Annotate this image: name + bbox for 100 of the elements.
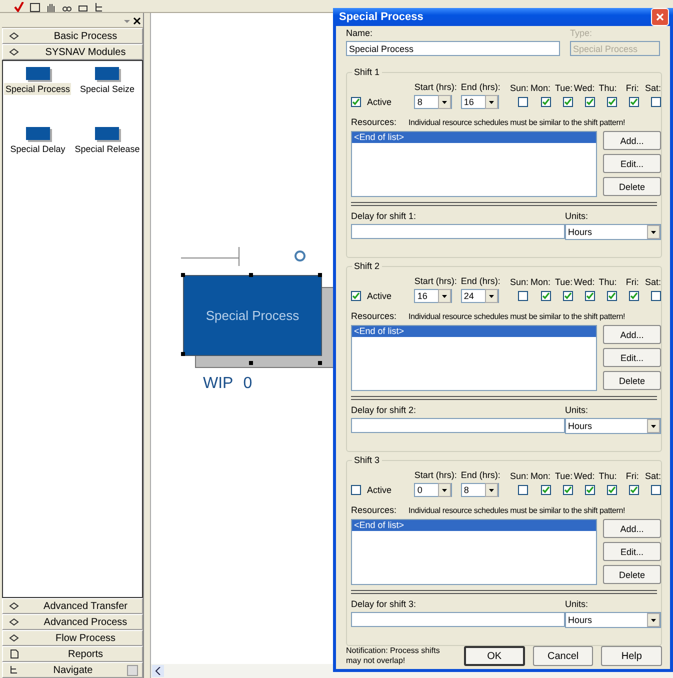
list-item[interactable]: <End of list>	[352, 326, 596, 337]
resources-label: Resources:	[351, 117, 397, 127]
day-checkbox[interactable]	[606, 97, 617, 107]
close-button[interactable]	[651, 8, 669, 26]
module-icon[interactable]	[26, 127, 50, 140]
module-label[interactable]: Special Seize	[78, 83, 136, 95]
day-label: Sat:	[644, 83, 661, 93]
day-label: Sat:	[644, 277, 661, 287]
checkbox-label: Active	[367, 485, 392, 495]
list-button[interactable]: Delete	[603, 177, 661, 196]
day-checkbox[interactable]	[628, 291, 639, 301]
panel-header[interactable]: Basic Process	[2, 28, 143, 44]
close-icon	[656, 13, 664, 21]
day-checkbox[interactable]	[562, 97, 573, 107]
panel-header[interactable]: Advanced Transfer	[2, 598, 143, 614]
list-button[interactable]: Delete	[603, 565, 661, 584]
units-dropdown[interactable]: Hours	[565, 612, 661, 628]
module-label[interactable]: Special Release	[74, 143, 141, 155]
start-dropdown[interactable]: 8	[414, 95, 452, 109]
day-checkbox[interactable]	[606, 291, 617, 301]
start-dropdown[interactable]: 16	[414, 289, 452, 303]
resources-note: Individual resource schedules must be similar to the shift pattern!	[408, 312, 626, 321]
day-checkbox[interactable]	[540, 291, 551, 301]
active-checkbox[interactable]	[351, 291, 361, 301]
day-checkbox[interactable]	[518, 485, 528, 495]
day-checkbox[interactable]	[650, 291, 661, 301]
units-label: Units:	[565, 211, 590, 221]
list-item[interactable]: <End of list>	[352, 520, 596, 531]
caret-icon	[647, 613, 660, 627]
active-checkbox[interactable]	[351, 97, 361, 107]
units-dropdown[interactable]: Hours	[565, 224, 661, 240]
end-label: End (hrs):	[460, 470, 500, 480]
active-checkbox[interactable]	[351, 485, 361, 495]
end-dropdown[interactable]: 24	[460, 289, 499, 303]
end-label: End (hrs):	[460, 276, 500, 286]
day-label: Mon:	[530, 83, 551, 93]
panel-header[interactable]: SYSNAV Modules	[2, 44, 143, 60]
module-icon[interactable]	[26, 67, 50, 80]
process-module[interactable]: Special Process	[183, 275, 322, 356]
list-button[interactable]: Delete	[603, 371, 661, 390]
selection-handle[interactable]	[318, 273, 322, 277]
day-checkbox[interactable]	[628, 485, 639, 495]
list-button[interactable]: Add...	[603, 519, 661, 538]
end-dropdown[interactable]: 16	[460, 95, 499, 109]
day-checkbox[interactable]	[540, 97, 551, 107]
day-checkbox[interactable]	[562, 485, 573, 495]
delay-field[interactable]	[351, 224, 565, 239]
name-field[interactable]: Special Process	[346, 41, 560, 56]
day-label: Thu:	[598, 277, 617, 287]
end-dropdown[interactable]: 8	[460, 483, 499, 497]
units-dropdown[interactable]: Hours	[565, 418, 661, 434]
caret-icon	[647, 225, 660, 239]
delay-field[interactable]	[351, 418, 565, 433]
connector-line	[181, 246, 241, 266]
day-label: Wed:	[574, 471, 595, 481]
dialog-button[interactable]: OK	[464, 646, 525, 666]
dialog-button[interactable]: Cancel	[532, 646, 594, 666]
list-button[interactable]: Edit...	[603, 348, 661, 367]
selection-handle[interactable]	[318, 361, 322, 365]
day-checkbox[interactable]	[650, 485, 661, 495]
caret-icon	[484, 289, 498, 303]
day-checkbox[interactable]	[562, 291, 573, 301]
panel-header[interactable]: Navigate	[2, 662, 143, 678]
list-item[interactable]: <End of list>	[352, 132, 596, 143]
thumbnail-icon[interactable]	[127, 664, 138, 676]
day-checkbox[interactable]	[650, 97, 661, 107]
selection-handle[interactable]	[249, 361, 253, 365]
day-checkbox[interactable]	[518, 291, 528, 301]
end-label: End (hrs):	[460, 82, 500, 92]
delay-field[interactable]	[351, 612, 565, 627]
start-dropdown[interactable]: 0	[414, 483, 452, 497]
panel-header[interactable]: Advanced Process	[2, 614, 143, 630]
module-label[interactable]: Special Delay	[9, 143, 66, 155]
day-checkbox[interactable]	[584, 291, 595, 301]
list-button[interactable]: Edit...	[603, 154, 661, 173]
day-checkbox[interactable]	[584, 485, 595, 495]
tree-icon	[9, 665, 19, 675]
selection-handle[interactable]	[181, 352, 185, 356]
day-label: Sun:	[510, 277, 528, 287]
panel-header[interactable]: Flow Process	[2, 630, 143, 646]
day-label: Wed:	[574, 83, 595, 93]
list-button[interactable]: Add...	[603, 325, 661, 344]
ring-icon	[294, 250, 306, 262]
close-icon[interactable]	[133, 17, 141, 25]
tree-icon[interactable]	[94, 3, 104, 12]
day-checkbox[interactable]	[628, 97, 639, 107]
selection-handle[interactable]	[249, 273, 253, 277]
day-checkbox[interactable]	[584, 97, 595, 107]
day-checkbox[interactable]	[606, 485, 617, 495]
day-checkbox[interactable]	[540, 485, 551, 495]
delay-label: Delay for shift 3:	[351, 599, 418, 609]
selection-handle[interactable]	[181, 273, 185, 277]
day-checkbox[interactable]	[518, 97, 528, 107]
group-title: Shift 3	[352, 455, 382, 465]
panel-header[interactable]: Reports	[2, 646, 143, 662]
list-button[interactable]: Add...	[603, 131, 661, 150]
dialog-button[interactable]: Help	[601, 646, 662, 666]
list-button[interactable]: Edit...	[603, 542, 661, 561]
checkmark-icon[interactable]	[14, 2, 24, 12]
module-label[interactable]: Special Process	[4, 83, 72, 95]
